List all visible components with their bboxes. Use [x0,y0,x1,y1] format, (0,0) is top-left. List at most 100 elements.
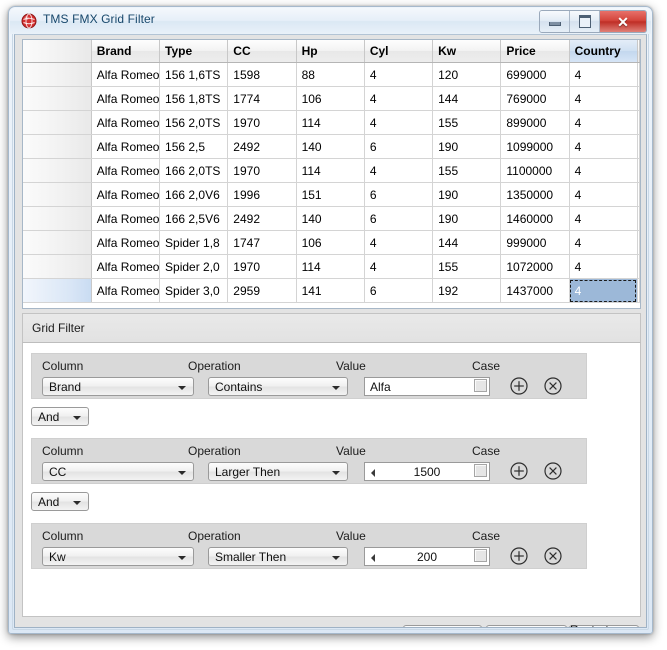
grid-cell-indicator[interactable] [23,134,92,159]
plus-circle-icon[interactable] [508,545,530,567]
grid-cell-kw[interactable]: 155 [432,110,502,135]
grid-cell-brand[interactable]: Alfa Romeo [91,182,161,207]
grid-cell-type[interactable]: 156 2,5 [159,134,229,159]
grid-cell-cc[interactable]: 1747 [227,230,297,255]
column-select[interactable]: Kw [42,547,194,566]
column-select[interactable]: Brand [42,377,194,396]
grid-cell-hp[interactable]: 140 [296,134,365,159]
grid-cell-brand[interactable]: Alfa Romeo [91,206,161,231]
grid-cell-cyl[interactable]: 4 [364,230,434,255]
apply-filter-button[interactable]: Apply Filter [403,625,482,627]
grid-cell-brand[interactable]: Alfa Romeo [91,86,161,111]
grid-cell-type[interactable]: 166 2,0V6 [159,182,229,207]
case-checkbox[interactable] [474,379,487,392]
table-row[interactable]: Alfa Romeo 156 1,6TS 1598 88 4 120 699000 4 [23,62,640,87]
grid-cell-cc[interactable]: 2959 [227,278,297,303]
grid-cell-indicator[interactable] [23,182,92,207]
delete-circle-icon[interactable] [542,545,564,567]
operation-select[interactable]: Larger Then [208,462,348,481]
grid-cell-country[interactable]: 4 [569,230,638,255]
value-input[interactable]: Alfa [364,377,490,396]
grid-cell-type[interactable]: 156 1,8TS [159,86,229,111]
grid-cell-indicator[interactable] [23,62,92,87]
grid-header-type[interactable]: Type [159,40,229,63]
grid-cell-country[interactable]: 4 [569,206,638,231]
grid-header-kw[interactable]: Kw [432,40,502,63]
restore-filter-button[interactable]: Restore Filter [486,625,567,627]
grid-cell-price[interactable]: 699000 [500,62,570,87]
grid-cell-type[interactable]: 166 2,5V6 [159,206,229,231]
case-checkbox[interactable] [474,464,487,477]
grid-cell-kw[interactable]: 144 [432,86,502,111]
data-grid[interactable]: Brand Type CC Hp Cyl Kw Price Country Al… [22,39,641,309]
grid-cell-indicator[interactable] [23,158,92,183]
grid-cell-cyl[interactable]: 4 [364,110,434,135]
operation-select[interactable]: Contains [208,377,348,396]
grid-cell-hp[interactable]: 114 [296,110,365,135]
table-row[interactable]: Alfa Romeo Spider 1,8 1747 106 4 144 999000 4 [23,230,640,255]
grid-cell-country[interactable]: 4 [569,254,638,279]
grid-cell-country[interactable]: 4 [569,110,638,135]
grid-cell-indicator[interactable] [23,110,92,135]
grid-cell-type[interactable]: Spider 2,0 [159,254,229,279]
table-row[interactable]: Alfa Romeo 156 2,0TS 1970 114 4 155 899000 4 [23,110,640,135]
grid-cell-country[interactable]: 4 [569,86,638,111]
grid-cell-type[interactable]: Spider 3,0 [159,278,229,303]
delete-circle-icon[interactable] [542,460,564,482]
grid-cell-brand[interactable]: Alfa Romeo [91,254,161,279]
value-spinner[interactable]: 1500 [364,462,490,481]
minimize-button[interactable] [540,11,570,32]
grid-cell-hp[interactable]: 140 [296,206,365,231]
grid-cell-kw[interactable]: 155 [432,158,502,183]
grid-cell-indicator[interactable] [23,278,92,303]
grid-header-cc[interactable]: CC [227,40,297,63]
operation-select[interactable]: Smaller Then [208,547,348,566]
restart-filter-button[interactable]: Restart Filter [569,623,639,627]
grid-cell-brand[interactable]: Alfa Romeo [91,110,161,135]
grid-cell-cyl[interactable]: 4 [364,158,434,183]
table-row[interactable]: Alfa Romeo Spider 2,0 1970 114 4 155 1072000 4 [23,254,640,279]
grid-cell-cc[interactable]: 1774 [227,86,297,111]
grid-cell-cc[interactable]: 2492 [227,134,297,159]
join-operator-select[interactable]: And [31,492,89,511]
grid-cell-cyl[interactable]: 6 [364,182,434,207]
title-bar[interactable]: TMS FMX Grid Filter ✕ [10,8,651,34]
grid-cell-cyl[interactable]: 4 [364,62,434,87]
grid-cell-type[interactable]: Spider 1,8 [159,230,229,255]
plus-circle-icon[interactable] [508,375,530,397]
grid-cell-cyl[interactable]: 6 [364,206,434,231]
delete-circle-icon[interactable] [542,375,564,397]
grid-cell-price[interactable]: 899000 [500,110,570,135]
grid-cell-kw[interactable]: 190 [432,206,502,231]
grid-cell-brand[interactable]: Alfa Romeo [91,62,161,87]
value-spinner[interactable]: 200 [364,547,490,566]
grid-cell-type[interactable]: 166 2,0TS [159,158,229,183]
grid-cell-brand[interactable]: Alfa Romeo [91,158,161,183]
grid-cell-hp[interactable]: 114 [296,254,365,279]
grid-header-brand[interactable]: Brand [91,40,161,63]
grid-cell-type[interactable]: 156 2,0TS [159,110,229,135]
grid-cell-cc[interactable]: 1970 [227,110,297,135]
grid-header-indicator[interactable] [23,40,92,63]
grid-cell-type[interactable]: 156 1,6TS [159,62,229,87]
grid-cell-brand[interactable]: Alfa Romeo [91,134,161,159]
grid-cell-brand[interactable]: Alfa Romeo [91,278,161,303]
grid-cell-cc[interactable]: 1970 [227,254,297,279]
table-row[interactable]: Alfa Romeo 166 2,5V6 2492 140 6 190 1460000 4 [23,206,640,231]
grid-cell-price[interactable]: 1350000 [500,182,570,207]
grid-cell-country[interactable]: 4 [569,62,638,87]
grid-cell-price[interactable]: 1072000 [500,254,570,279]
table-row[interactable]: Alfa Romeo 166 2,0TS 1970 114 4 155 1100000 4 [23,158,640,183]
grid-cell-cyl[interactable]: 6 [364,134,434,159]
grid-cell-cc[interactable]: 2492 [227,206,297,231]
table-row[interactable]: Alfa Romeo Spider 3,0 2959 141 6 192 1437000 4 [23,278,640,303]
grid-cell-kw[interactable]: 144 [432,230,502,255]
grid-cell-price[interactable]: 999000 [500,230,570,255]
grid-cell-cyl[interactable]: 6 [364,278,434,303]
grid-cell-indicator[interactable] [23,254,92,279]
grid-cell-hp[interactable]: 141 [296,278,365,303]
plus-circle-icon[interactable] [508,460,530,482]
grid-cell-price[interactable]: 1460000 [500,206,570,231]
grid-cell-country[interactable]: 4 [569,182,638,207]
grid-cell-price[interactable]: 1100000 [500,158,570,183]
